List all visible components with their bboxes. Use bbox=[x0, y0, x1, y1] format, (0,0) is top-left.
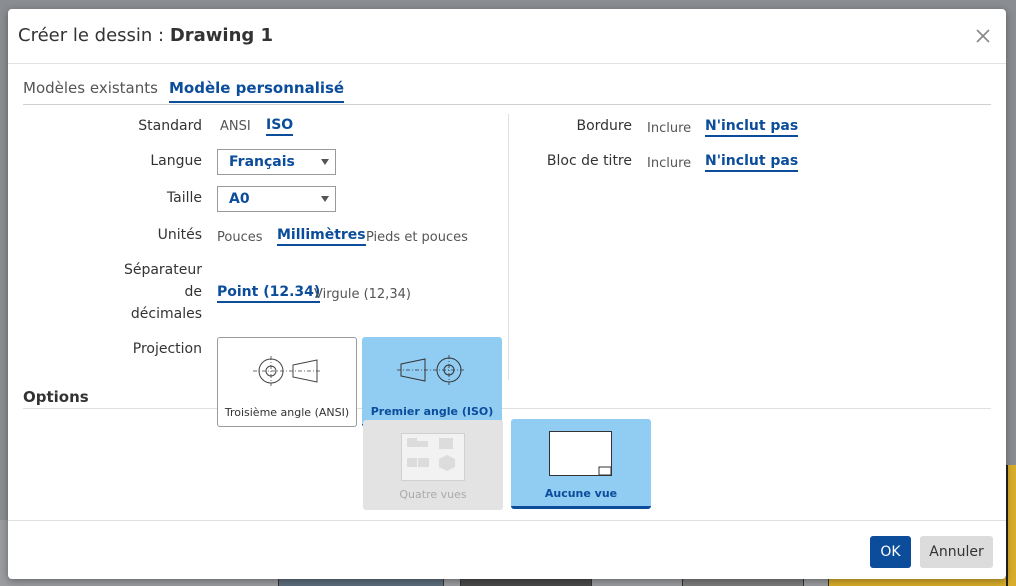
template-tabs: Modèles existants Modèle personnalisé bbox=[23, 79, 991, 105]
title-block-label: Bloc de titre bbox=[546, 153, 632, 169]
decimal-comma-option[interactable]: Virgule (12,34) bbox=[314, 287, 411, 302]
units-label: Unités bbox=[157, 227, 202, 243]
footer-divider bbox=[8, 520, 1006, 521]
four-views-icon bbox=[401, 433, 465, 481]
blank-sheet-icon bbox=[549, 431, 612, 476]
language-value: Français bbox=[229, 154, 295, 170]
create-drawing-dialog: Créer le dessin : Drawing 1 Modèles exis… bbox=[8, 9, 1006, 579]
column-divider bbox=[508, 114, 509, 380]
projection-first-angle-option[interactable]: Premier angle (ISO) bbox=[362, 337, 502, 427]
close-icon[interactable] bbox=[974, 27, 992, 45]
standard-label: Standard bbox=[138, 118, 202, 134]
border-label: Bordure bbox=[576, 118, 632, 134]
chevron-down-icon bbox=[321, 159, 329, 165]
units-inches-option[interactable]: Pouces bbox=[217, 230, 263, 245]
dialog-header: Créer le dessin : Drawing 1 bbox=[8, 9, 1006, 64]
border-include-option[interactable]: Inclure bbox=[647, 121, 691, 136]
language-label: Langue bbox=[150, 153, 202, 169]
cancel-button[interactable]: Annuler bbox=[920, 536, 993, 568]
decimal-separator-label-line3: décimales bbox=[130, 306, 202, 322]
background-panel bbox=[1006, 465, 1016, 586]
projection-third-angle-caption: Troisième angle (ANSI) bbox=[224, 406, 350, 419]
projection-first-angle-caption: Premier angle (ISO) bbox=[370, 405, 494, 418]
ok-button[interactable]: OK bbox=[870, 536, 911, 568]
options-section-title: Options bbox=[23, 388, 89, 406]
title-block-exclude-option[interactable]: N'inclut pas bbox=[705, 153, 799, 172]
decimal-point-option[interactable]: Point (12.34) bbox=[217, 284, 321, 303]
size-select[interactable]: A0 bbox=[217, 186, 336, 212]
four-views-option: Quatre vues bbox=[363, 420, 503, 510]
first-angle-projection-icon bbox=[397, 355, 465, 385]
projection-label: Projection bbox=[132, 341, 202, 357]
options-divider bbox=[23, 408, 991, 409]
chevron-down-icon bbox=[321, 196, 329, 202]
tab-existing-templates[interactable]: Modèles existants bbox=[23, 79, 158, 101]
decimal-separator-label-line1: Séparateur bbox=[123, 262, 202, 278]
dialog-title-prefix: Créer le dessin : bbox=[18, 25, 165, 46]
projection-third-angle-option[interactable]: Troisième angle (ANSI) bbox=[217, 337, 357, 427]
third-angle-projection-icon bbox=[253, 356, 321, 386]
language-select[interactable]: Français bbox=[217, 149, 336, 175]
decimal-separator-label-line2: de bbox=[184, 284, 203, 300]
title-block-include-option[interactable]: Inclure bbox=[647, 156, 691, 171]
four-views-caption: Quatre vues bbox=[399, 488, 467, 501]
units-millimeters-option[interactable]: Millimètres bbox=[277, 227, 366, 246]
size-label: Taille bbox=[166, 190, 202, 206]
standard-ansi-option[interactable]: ANSI bbox=[220, 119, 251, 134]
no-view-caption: Aucune vue bbox=[544, 487, 618, 500]
tab-custom-template[interactable]: Modèle personnalisé bbox=[169, 79, 345, 103]
dialog-title: Créer le dessin : Drawing 1 bbox=[18, 25, 273, 46]
drawing-name: Drawing 1 bbox=[169, 25, 274, 46]
size-value: A0 bbox=[229, 191, 250, 207]
standard-iso-option[interactable]: ISO bbox=[266, 117, 294, 136]
units-feet-inches-option[interactable]: Pieds et pouces bbox=[366, 230, 468, 245]
no-view-option[interactable]: Aucune vue bbox=[511, 419, 651, 509]
border-exclude-option[interactable]: N'inclut pas bbox=[705, 118, 799, 137]
